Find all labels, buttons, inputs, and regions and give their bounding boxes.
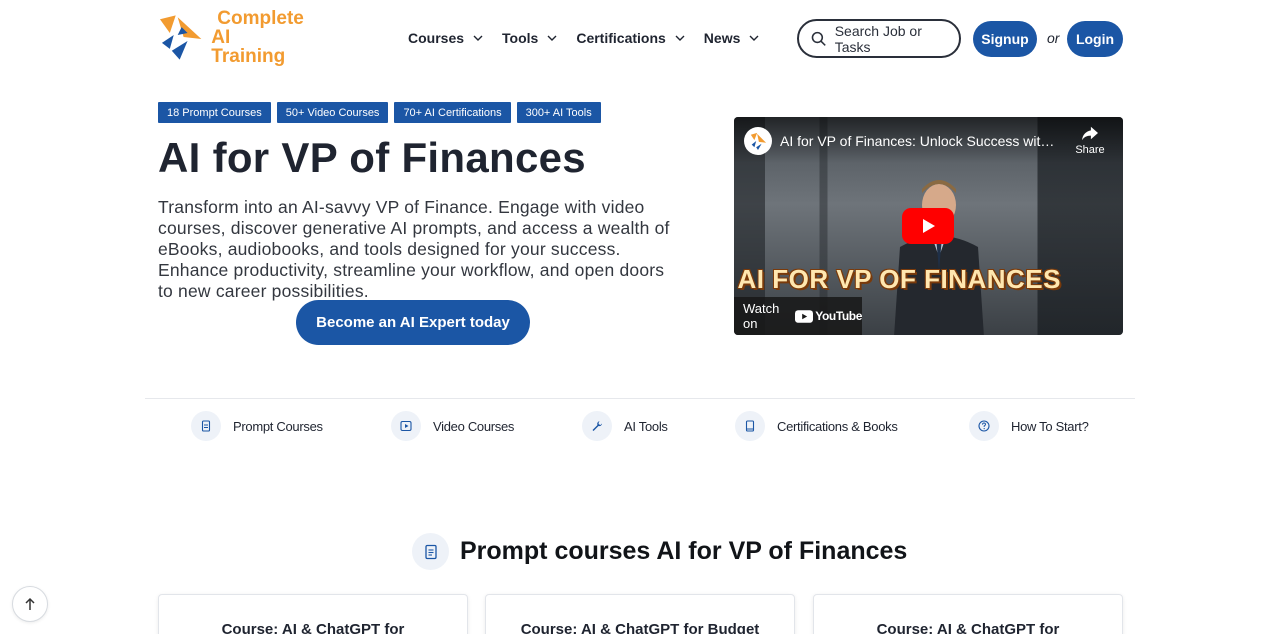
- wrench-icon: [582, 411, 612, 441]
- quick-link-video-courses[interactable]: Video Courses: [391, 411, 514, 441]
- quick-link-label: Certifications & Books: [777, 418, 898, 434]
- page-title: AI for VP of Finances: [158, 134, 586, 181]
- quick-link-ai-tools[interactable]: AI Tools: [582, 411, 668, 441]
- video-player[interactable]: AI for VP of Finances: Unlock Success wi…: [734, 117, 1123, 335]
- signup-button[interactable]: Signup: [973, 21, 1037, 57]
- nav-certifications-label: Certifications: [576, 30, 666, 46]
- quick-link-label: Video Courses: [433, 418, 515, 434]
- video-overlay-text: AI FOR VP OF FINANCES: [737, 264, 1061, 294]
- main-nav: Courses Tools Certifications News: [408, 30, 778, 46]
- quick-link-label: AI Tools: [624, 418, 668, 434]
- quick-link-prompt-courses[interactable]: Prompt Courses: [191, 411, 323, 441]
- document-icon: [412, 533, 449, 570]
- channel-logo-icon: [750, 132, 767, 150]
- search-button[interactable]: Search Job or Tasks: [797, 19, 961, 58]
- chevron-down-icon: [749, 35, 759, 41]
- share-label: Share: [1075, 144, 1105, 156]
- quick-link-how-to-start[interactable]: How To Start?: [969, 411, 1089, 441]
- search-label: Search Job or Tasks: [834, 22, 922, 55]
- book-icon: [735, 411, 765, 441]
- course-card[interactable]: Course: AI & ChatGPT for Budget: [485, 594, 795, 634]
- logo-text-line1: Complete: [217, 7, 304, 29]
- nav-news-label: News: [703, 30, 741, 46]
- course-card-title: Course: AI & ChatGPT for: [876, 621, 1060, 634]
- watch-on-label: Watch on: [743, 301, 780, 331]
- document-icon: [191, 411, 221, 441]
- quick-link-certifications-books[interactable]: Certifications & Books: [735, 411, 898, 441]
- arrow-up-icon: [25, 597, 35, 610]
- play-icon: [391, 411, 421, 441]
- quick-link-label: How To Start?: [1011, 418, 1089, 434]
- nav-courses[interactable]: Courses: [408, 30, 484, 46]
- chevron-down-icon: [547, 35, 557, 41]
- search-icon: [811, 31, 826, 46]
- logo-text-line2: AI Training: [211, 26, 286, 67]
- badge-prompt-courses[interactable]: 18 Prompt Courses: [158, 102, 271, 123]
- nav-certifications[interactable]: Certifications: [576, 30, 685, 46]
- hero-badges: 18 Prompt Courses 50+ Video Courses 70+ …: [158, 102, 601, 123]
- nav-tools[interactable]: Tools: [502, 30, 558, 46]
- help-icon: [969, 411, 999, 441]
- channel-avatar[interactable]: [744, 127, 772, 155]
- badge-ai-tools[interactable]: 300+ AI Tools: [516, 102, 601, 123]
- site-logo[interactable]: Complete AI Training: [158, 7, 308, 66]
- login-button[interactable]: Login: [1067, 21, 1123, 57]
- play-button[interactable]: [902, 208, 954, 244]
- chevron-down-icon: [675, 35, 685, 41]
- quick-link-label: Prompt Courses: [233, 418, 323, 434]
- video-title[interactable]: AI for VP of Finances: Unlock Success wi…: [780, 133, 1060, 149]
- badge-certifications[interactable]: 70+ AI Certifications: [394, 102, 511, 123]
- youtube-icon: [795, 309, 814, 323]
- watch-on-youtube-button[interactable]: Watch on YouTube: [734, 297, 862, 335]
- section-divider: [145, 398, 1135, 399]
- or-text: or: [1047, 30, 1060, 46]
- hero-description: Transform into an AI-savvy VP of Finance…: [158, 197, 670, 301]
- scroll-to-top-button[interactable]: [12, 586, 48, 622]
- video-presenter-image: [894, 180, 984, 335]
- course-card-title: Course: AI & ChatGPT for: [221, 621, 405, 634]
- youtube-logo: YouTube: [795, 309, 862, 323]
- nav-tools-label: Tools: [502, 30, 539, 46]
- logo-mark-icon: [159, 15, 202, 60]
- become-expert-button[interactable]: Become an AI Expert today: [296, 300, 530, 345]
- chevron-down-icon: [473, 35, 483, 41]
- play-icon: [923, 219, 935, 233]
- site-header: Complete AI Training Courses Tools Certi…: [0, 0, 1280, 78]
- prompt-courses-section-header: Prompt courses AI for VP of Finances: [412, 533, 907, 570]
- badge-video-courses[interactable]: 50+ Video Courses: [276, 102, 389, 123]
- nav-courses-label: Courses: [408, 30, 465, 46]
- share-icon: [1082, 126, 1098, 141]
- nav-news[interactable]: News: [704, 30, 761, 46]
- section-title: Prompt courses AI for VP of Finances: [460, 537, 908, 565]
- share-button[interactable]: Share: [1070, 125, 1110, 156]
- course-card-title: Course: AI & ChatGPT for Budget: [520, 621, 760, 634]
- course-card[interactable]: Course: AI & ChatGPT for: [158, 594, 468, 634]
- course-card[interactable]: Course: AI & ChatGPT for: [813, 594, 1123, 634]
- youtube-label: YouTube: [815, 309, 862, 323]
